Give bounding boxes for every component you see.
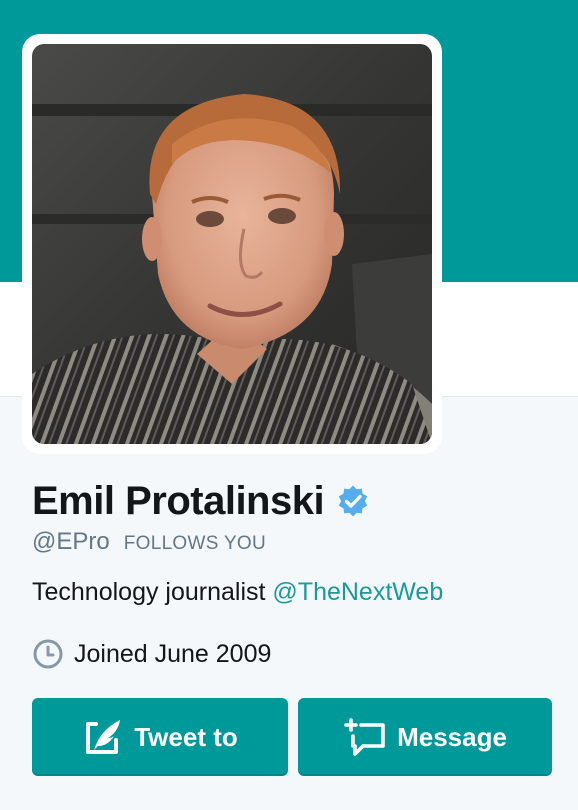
- clock-icon: [33, 639, 63, 669]
- bio-mention-link[interactable]: @TheNextWeb: [272, 578, 443, 606]
- handle-row: @EPro FOLLOWS YOU: [32, 528, 266, 558]
- avatar: [32, 44, 432, 444]
- tweet-to-label: Tweet to: [134, 721, 238, 752]
- follows-you-badge: FOLLOWS YOU: [123, 533, 267, 554]
- bio-text: Technology journalist: [32, 578, 273, 606]
- joined-row: Joined June 2009: [32, 638, 271, 670]
- joined-date: Joined June 2009: [74, 639, 272, 668]
- avatar-frame[interactable]: [22, 34, 442, 454]
- message-button[interactable]: Message: [298, 698, 552, 776]
- verified-badge-icon: [338, 485, 368, 517]
- new-message-icon: [344, 718, 385, 756]
- profile-handle[interactable]: @EPro: [32, 528, 110, 556]
- name-row: Emil Protalinski: [32, 478, 370, 524]
- profile-name[interactable]: Emil Protalinski: [32, 479, 325, 524]
- compose-quill-icon: [86, 720, 121, 754]
- profile-bio: Technology journalist @TheNextWeb: [32, 578, 443, 607]
- tweet-to-button[interactable]: Tweet to: [32, 698, 288, 776]
- message-label: Message: [397, 721, 507, 752]
